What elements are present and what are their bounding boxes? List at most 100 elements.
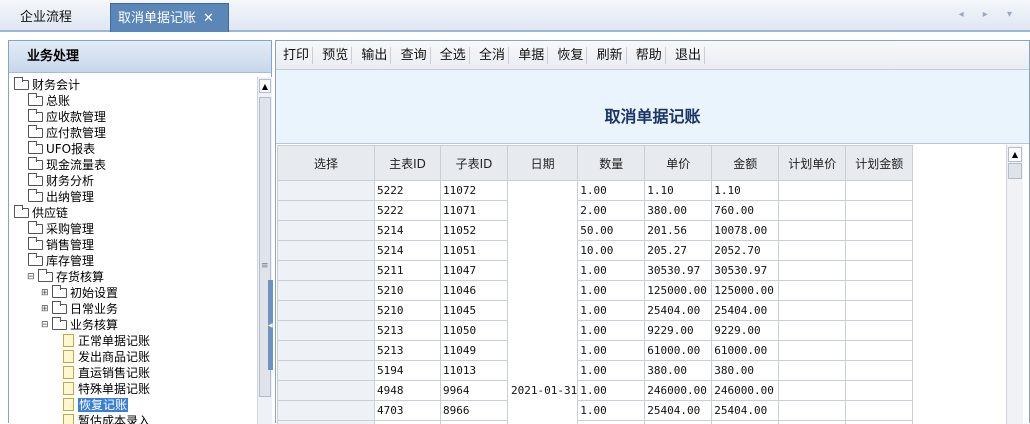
- tree-item[interactable]: ⊟存货核算: [27, 269, 104, 285]
- table-row[interactable]: 5211110471.0030530.9730530.97: [278, 261, 913, 281]
- toolbar-button[interactable]: 单据: [515, 47, 548, 64]
- tree-item[interactable]: 财务分析: [27, 173, 94, 189]
- select-cell[interactable]: [278, 321, 375, 341]
- column-header[interactable]: 日期: [508, 146, 578, 181]
- close-icon[interactable]: ✕: [203, 4, 214, 33]
- collapse-icon[interactable]: ⊟: [41, 317, 51, 333]
- toolbar-button[interactable]: 预览: [319, 47, 352, 64]
- tree-item[interactable]: 财务会计: [13, 77, 80, 93]
- tree-item[interactable]: ⊟业务核算: [41, 317, 118, 333]
- tree-item[interactable]: 发出商品记账: [61, 349, 150, 365]
- tree-item[interactable]: 销售管理: [27, 237, 94, 253]
- tree-item[interactable]: 暂估成本录入: [61, 413, 150, 424]
- toolbar-button[interactable]: 输出: [358, 47, 391, 64]
- price-cell: 30530.97: [645, 261, 712, 281]
- table-row[interactable]: 52141105110.00205.272052.70: [278, 241, 913, 261]
- tree-item[interactable]: ⊞初始设置: [41, 285, 118, 301]
- select-cell[interactable]: [278, 361, 375, 381]
- document-icon: [63, 382, 74, 395]
- table-row[interactable]: 5194110131.00380.00380.00: [278, 361, 913, 381]
- collapse-icon[interactable]: ⊟: [27, 269, 37, 285]
- grid-cell: [441, 421, 508, 424]
- tab-cancel-posting[interactable]: 取消单据记账 ✕: [110, 3, 229, 32]
- table-row[interactable]: 5222110722021-01-311.001.101.10: [278, 181, 913, 201]
- toolbar-button[interactable]: 刷新: [594, 47, 627, 64]
- panel-splitter[interactable]: ◀: [268, 280, 273, 370]
- column-header[interactable]: 主表ID: [375, 146, 441, 181]
- column-header[interactable]: 计划金额: [846, 146, 913, 181]
- tree-item[interactable]: 总账: [27, 93, 70, 109]
- tree-scrollbar[interactable]: ▲ ≡: [257, 77, 272, 424]
- collapse-arrow-icon[interactable]: ◀: [268, 322, 273, 329]
- toolbar-button[interactable]: 帮助: [633, 47, 666, 64]
- business-panel: 业务处理 财务会计总账应收款管理应付款管理UFO报表现金流量表财务分析出纳管理供…: [8, 40, 272, 423]
- table-row[interactable]: 5213110491.0061000.0061000.00: [278, 341, 913, 361]
- select-cell[interactable]: [278, 241, 375, 261]
- table-row[interactable]: 470389661.0025404.0025404.00: [278, 401, 913, 421]
- toolbar-button[interactable]: 全选: [437, 47, 470, 64]
- select-cell[interactable]: [278, 181, 375, 201]
- select-cell[interactable]: [278, 201, 375, 221]
- table-row[interactable]: 5210110461.00125000.00125000.00: [278, 281, 913, 301]
- toolbar-button[interactable]: 退出: [672, 47, 705, 64]
- quantity-cell: 1.00: [578, 181, 645, 201]
- tree-item[interactable]: 供应链: [13, 205, 68, 221]
- amount-cell: 1.10: [712, 181, 779, 201]
- panel-title: 业务处理: [9, 41, 271, 73]
- tree-item[interactable]: UFO报表: [27, 141, 95, 157]
- tree-item-label: 供应链: [32, 206, 68, 220]
- tree-item[interactable]: 应收款管理: [27, 109, 106, 125]
- scroll-thumb[interactable]: [1008, 163, 1022, 179]
- tree-item[interactable]: 直运销售记账: [61, 365, 150, 381]
- main-id-cell: 4948: [375, 381, 441, 401]
- quantity-cell: 1.00: [578, 301, 645, 321]
- select-cell[interactable]: [278, 221, 375, 241]
- column-header[interactable]: 单价: [645, 146, 712, 181]
- tree-item[interactable]: 库存管理: [27, 253, 94, 269]
- tree-item-label: 采购管理: [46, 222, 94, 236]
- column-header[interactable]: 选择: [278, 146, 375, 181]
- column-header[interactable]: 计划单价: [779, 146, 846, 181]
- tree-item[interactable]: 应付款管理: [27, 125, 106, 141]
- expand-icon[interactable]: ⊞: [41, 285, 51, 301]
- select-cell[interactable]: [278, 401, 375, 421]
- table-row[interactable]: 5222110712.00380.00760.00: [278, 201, 913, 221]
- tab-scroll-arrows-icon[interactable]: ◂ ▸ ▾: [959, 9, 1020, 20]
- toolbar-button[interactable]: 查询: [398, 47, 431, 64]
- tree-item[interactable]: 采购管理: [27, 221, 94, 237]
- amount-cell: 2052.70: [712, 241, 779, 261]
- column-header[interactable]: 数量: [578, 146, 645, 181]
- grid-cell: [846, 421, 913, 424]
- expand-icon[interactable]: ⊞: [41, 301, 51, 317]
- scroll-up-icon[interactable]: ▲: [1008, 147, 1022, 162]
- tree-item[interactable]: 正常单据记账: [61, 333, 150, 349]
- tree-item[interactable]: 特殊单据记账: [61, 381, 150, 397]
- table-row[interactable]: 52141105250.00201.5610078.00: [278, 221, 913, 241]
- select-cell[interactable]: [278, 381, 375, 401]
- toolbar-button[interactable]: 恢复: [554, 47, 587, 64]
- toolbar-button[interactable]: 打印: [280, 47, 313, 64]
- tree-item-label: 恢复记账: [78, 398, 128, 412]
- column-header[interactable]: 子表ID: [441, 146, 508, 181]
- select-cell[interactable]: [278, 301, 375, 321]
- folder-icon: [28, 144, 43, 154]
- table-row[interactable]: 5213110501.009229.009229.00: [278, 321, 913, 341]
- tab-enterprise-process[interactable]: 企业流程: [0, 3, 106, 32]
- tree-item[interactable]: 出纳管理: [27, 189, 94, 205]
- select-cell[interactable]: [278, 281, 375, 301]
- tree-item[interactable]: ⊞日常业务: [41, 301, 118, 317]
- tree-item[interactable]: 现金流量表: [27, 157, 106, 173]
- tree-item[interactable]: 恢复记账: [61, 397, 128, 413]
- table-row[interactable]: 494899641.00246000.00246000.00: [278, 381, 913, 401]
- select-cell[interactable]: [278, 261, 375, 281]
- column-header[interactable]: 金额: [712, 146, 779, 181]
- toolbar-button[interactable]: 全消: [476, 47, 509, 64]
- plan-price-cell: [779, 281, 846, 301]
- select-cell[interactable]: [278, 341, 375, 361]
- tree-item-label: 直运销售记账: [78, 366, 150, 380]
- table-row[interactable]: [278, 421, 913, 424]
- table-row[interactable]: 5210110451.0025404.0025404.00: [278, 301, 913, 321]
- plan-amount-cell: [846, 321, 913, 341]
- grid-scrollbar[interactable]: ▲: [1006, 145, 1023, 424]
- scroll-up-icon[interactable]: ▲: [259, 79, 271, 93]
